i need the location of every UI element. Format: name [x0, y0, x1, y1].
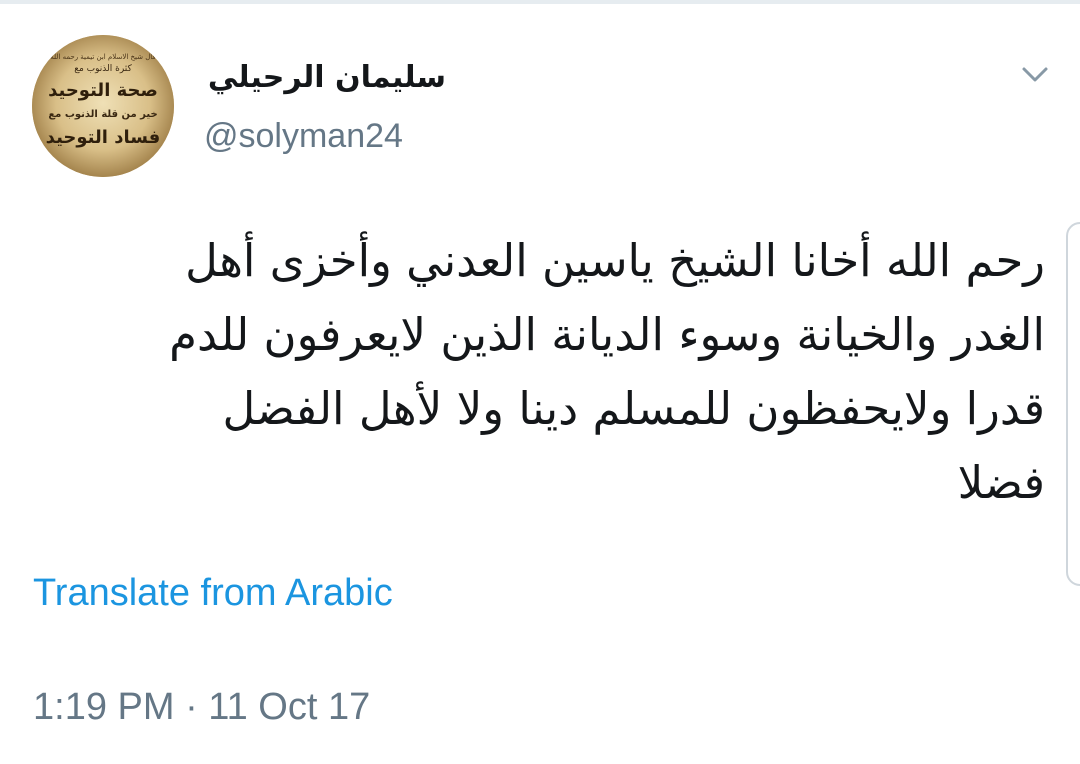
author-handle[interactable]: @solyman24: [204, 114, 403, 158]
avatar-line-4: خير من قلة الذنوب مع: [48, 109, 157, 120]
author-display-name[interactable]: سليمان الرحيلي: [200, 58, 446, 98]
tweet-text: رحم الله أخانا الشيخ ياسين العدني وأخزى …: [30, 224, 1045, 520]
tweet-timestamp[interactable]: 1:19 PM · 11 Oct 17: [33, 684, 370, 730]
avatar-line-2: كثرة الذنوب مع: [74, 64, 132, 74]
avatar-line-5: فساد التوحيد: [46, 127, 161, 148]
avatar-image: قال شيخ الاسلام ابن تيمية رحمه الله كثرة…: [32, 35, 174, 177]
tweet-detail-page: قال شيخ الاسلام ابن تيمية رحمه الله كثرة…: [0, 0, 1080, 764]
chevron-down-icon: [1022, 67, 1048, 82]
translate-link[interactable]: Translate from Arabic: [33, 570, 393, 616]
tweet-menu-button[interactable]: [1016, 60, 1054, 90]
scroll-handle[interactable]: [1066, 222, 1080, 586]
avatar-line-1: قال شيخ الاسلام ابن تيمية رحمه الله: [50, 53, 156, 61]
tweet-text-line: قدرا ولايحفظون للمسلم دينا ولا لأهل الفض…: [222, 382, 1045, 435]
tweet-text-line: فضلا: [957, 456, 1045, 509]
tweet-text-line: الغدر والخيانة وسوء الديانة الذين لايعرف…: [169, 308, 1045, 361]
avatar[interactable]: قال شيخ الاسلام ابن تيمية رحمه الله كثرة…: [32, 35, 174, 177]
avatar-line-3: صحة التوحيد: [48, 80, 158, 101]
tweet-text-line: رحم الله أخانا الشيخ ياسين العدني وأخزى …: [185, 234, 1045, 287]
top-divider: [0, 0, 1080, 4]
